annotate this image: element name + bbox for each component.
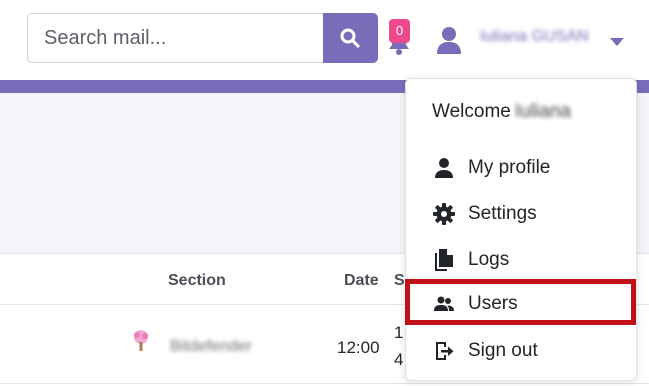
search-icon (340, 28, 360, 48)
row-s-value-1: 1 (394, 323, 404, 342)
notification-count-badge: 0 (389, 19, 410, 43)
welcome-label: Welcome (432, 101, 511, 122)
user-dropdown-menu: Welcome Iuliana My profile Settings Logs… (405, 78, 637, 381)
welcome-text: Welcome Iuliana (432, 101, 571, 123)
tree-icon (134, 330, 148, 351)
column-header-section[interactable]: Section (168, 272, 226, 290)
menu-item-label: Sign out (468, 340, 538, 361)
menu-item-sign-out[interactable]: Sign out (406, 331, 636, 371)
search-input[interactable] (27, 13, 323, 63)
welcome-name: Iuliana (514, 101, 571, 122)
chevron-down-icon (610, 38, 624, 46)
user-menu-toggle[interactable]: Iuliana GUSAN (434, 24, 634, 56)
users-highlight-box (405, 279, 636, 325)
sign-out-icon (436, 342, 454, 360)
file-icon (435, 249, 453, 271)
menu-item-label: Settings (468, 203, 537, 224)
row-s-value-2: 4 (394, 350, 404, 369)
search-button[interactable] (323, 13, 378, 63)
menu-item-logs[interactable]: Logs (406, 240, 636, 280)
menu-item-label: Logs (468, 249, 510, 270)
gear-icon (433, 203, 455, 225)
menu-item-my-profile[interactable]: My profile (406, 148, 636, 188)
top-bar: 0 Iuliana GUSAN (0, 0, 649, 80)
menu-item-settings[interactable]: Settings (406, 194, 636, 234)
menu-item-label: My profile (468, 157, 551, 178)
row-section: Bitdefender (170, 338, 252, 355)
column-header-s[interactable]: S (394, 272, 405, 290)
user-avatar-icon (437, 27, 461, 54)
row-date: 12:00 (337, 338, 380, 357)
person-icon (435, 158, 453, 178)
column-header-date[interactable]: Date (344, 272, 379, 290)
user-name: Iuliana GUSAN (480, 28, 589, 45)
